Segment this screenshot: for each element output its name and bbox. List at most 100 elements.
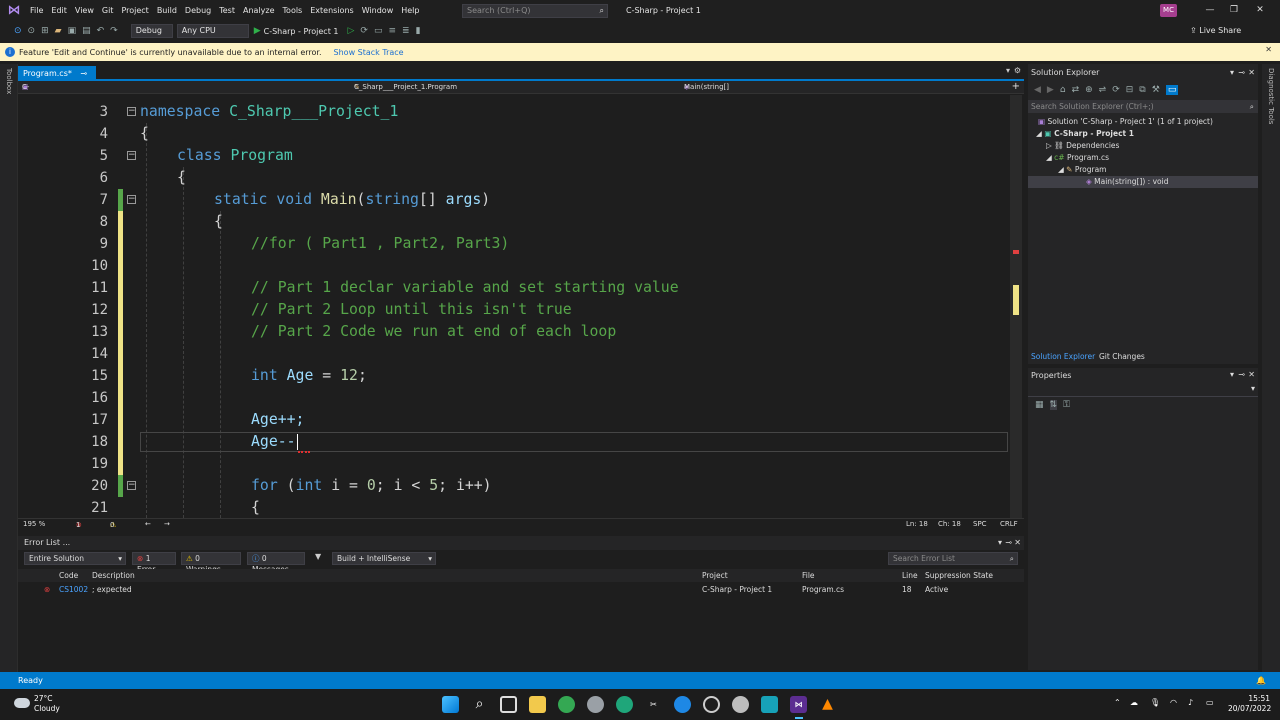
properties-object-select[interactable]: ▾	[1028, 384, 1258, 397]
next-issue-icon[interactable]: →	[164, 520, 170, 528]
minimize-icon[interactable]: —	[1198, 0, 1222, 21]
show-hidden-icons-icon[interactable]: ⌃	[1114, 698, 1121, 707]
show-stack-trace-link[interactable]: Show Stack Trace	[334, 48, 404, 57]
search-input[interactable]: Search (Ctrl+Q) ⌕	[462, 4, 608, 18]
menu-window[interactable]: Window	[358, 0, 398, 21]
column-code[interactable]: Code	[59, 569, 78, 582]
visual-studio-logo-icon[interactable]: ⋈	[6, 3, 22, 18]
property-pages-icon[interactable]: ⚿	[1063, 400, 1070, 410]
close-icon[interactable]: ✕	[1265, 45, 1272, 54]
zoom-level[interactable]: 195 %	[23, 520, 45, 528]
platform-select[interactable]: Any CPU	[176, 24, 249, 38]
dropdown-icon[interactable]: ▾	[998, 536, 1002, 550]
vertical-scrollbar[interactable]	[1010, 95, 1022, 518]
run-target[interactable]: C-Sharp - Project 1	[264, 27, 339, 36]
collapse-icon[interactable]: −	[127, 195, 136, 204]
new-project-icon[interactable]: ⊞	[41, 26, 49, 36]
open-folder-icon[interactable]: ▰	[55, 26, 62, 36]
tree-item-program-class[interactable]: ◢ ✎ Program	[1058, 164, 1106, 176]
previous-issue-icon[interactable]: ←	[145, 520, 151, 528]
forward-icon[interactable]: ⊙	[28, 26, 36, 36]
tree-item-program-cs[interactable]: ◢ c# Program.cs	[1046, 152, 1109, 164]
alphabetical-icon[interactable]: ⇅	[1049, 400, 1058, 410]
column-suppression-state[interactable]: Suppression State	[925, 569, 993, 582]
refresh-icon[interactable]: ⟳	[1112, 85, 1120, 95]
tab-program-cs[interactable]: Program.cs* ⊸ ✕	[18, 66, 96, 93]
error-search-input[interactable]: Search Error List ⌕	[888, 552, 1018, 565]
hot-reload-icon[interactable]: ⟳	[360, 26, 368, 36]
undo-icon[interactable]: ↶	[97, 26, 105, 36]
pin-icon[interactable]: ⊸	[80, 69, 87, 78]
tree-item-dependencies[interactable]: ▷ ⛓ Dependencies	[1046, 140, 1119, 152]
error-squiggle[interactable]	[298, 451, 310, 453]
menu-git[interactable]: Git	[98, 0, 118, 21]
weather-widget[interactable]: 27°C Cloudy	[34, 694, 60, 714]
windows-start-icon[interactable]	[442, 696, 459, 713]
volume-icon[interactable]: ♪	[1188, 698, 1193, 707]
menu-tools[interactable]: Tools	[279, 0, 307, 21]
microphone-icon[interactable]: 🎙	[1150, 698, 1160, 707]
start-without-debug-icon[interactable]: ▷	[347, 26, 354, 36]
redo-icon[interactable]: ↷	[110, 26, 118, 36]
errors-filter-button[interactable]: ⊗ 1 Error	[132, 552, 176, 574]
menu-extensions[interactable]: Extensions	[306, 0, 357, 21]
tab-solution-explorer[interactable]: Solution Explorer	[1031, 350, 1095, 363]
home-icon[interactable]: ⌂	[1060, 85, 1066, 95]
categorized-icon[interactable]: ▦	[1035, 400, 1044, 410]
spc-indicator[interactable]: SPC	[973, 520, 987, 528]
solution-search-input[interactable]: Search Solution Explorer (Ctrl+;) ⌕	[1028, 100, 1258, 113]
tree-item-project[interactable]: ◢ ▣ C-Sharp - Project 1	[1036, 128, 1134, 140]
menu-debug[interactable]: Debug	[181, 0, 215, 21]
avatar[interactable]: MC	[1160, 4, 1177, 17]
back-icon[interactable]: ◀	[1034, 85, 1041, 95]
tree-item-main-method[interactable]: ◈ Main(string[]) : void	[1028, 176, 1258, 188]
switch-views-icon[interactable]: ⇄	[1072, 85, 1080, 95]
menu-file[interactable]: File	[26, 0, 47, 21]
crlf-indicator[interactable]: CRLF	[1000, 520, 1018, 528]
live-share-button[interactable]: ⇪ Live Share	[1190, 21, 1241, 41]
dropdown-icon[interactable]: ▾	[1230, 66, 1234, 80]
notifications-icon[interactable]: 🔔	[1256, 672, 1266, 689]
diagnostic-tools-tab[interactable]: Diagnostic Tools	[1267, 68, 1275, 124]
pending-changes-icon[interactable]: ⊕	[1085, 85, 1093, 95]
ln-indicator[interactable]: Ln: 18	[906, 520, 928, 528]
menu-view[interactable]: View	[71, 0, 98, 21]
scope-select[interactable]: Entire Solution ▾	[24, 552, 126, 565]
column-project[interactable]: Project	[702, 569, 728, 582]
bookmark-icon[interactable]: ▮	[416, 26, 421, 36]
obs-icon[interactable]	[703, 696, 720, 713]
restore-icon[interactable]: ❐	[1222, 0, 1246, 21]
column-file[interactable]: File	[802, 569, 815, 582]
edge-icon[interactable]	[616, 696, 633, 713]
task-view-icon[interactable]	[500, 696, 517, 713]
editor-app-icon[interactable]	[761, 696, 778, 713]
menu-help[interactable]: Help	[397, 0, 423, 21]
code-area[interactable]: namespace C_Sharp___Project_1 { class Pr…	[140, 95, 1010, 518]
menu-test[interactable]: Test	[215, 0, 239, 21]
settings-icon[interactable]: ⚙	[1014, 66, 1021, 75]
uncomment-icon[interactable]: ≣	[402, 26, 410, 36]
start-debug-icon[interactable]: ▶	[254, 26, 261, 36]
dropdown-icon[interactable]: ▾	[1230, 370, 1234, 379]
split-editor-icon[interactable]: +	[1012, 81, 1020, 93]
close-icon[interactable]: ✕	[1014, 536, 1021, 550]
file-explorer-icon[interactable]	[529, 696, 546, 713]
browser-icon[interactable]: ▭	[374, 26, 383, 36]
close-icon[interactable]: ✕	[1248, 370, 1255, 379]
back-icon[interactable]: ⊙	[14, 26, 22, 36]
build-filter-select[interactable]: Build + IntelliSense ▾	[332, 552, 436, 565]
menu-edit[interactable]: Edit	[47, 0, 71, 21]
pin-icon[interactable]: ⊸	[1005, 536, 1012, 550]
forward-icon[interactable]: ▶	[1047, 85, 1054, 95]
collapse-all-icon[interactable]: ⊟	[1126, 85, 1134, 95]
ch-indicator[interactable]: Ch: 18	[938, 520, 961, 528]
column-description[interactable]: Description	[92, 569, 135, 582]
gear-app-icon[interactable]	[732, 696, 749, 713]
collapse-icon[interactable]: −	[127, 151, 136, 160]
comment-icon[interactable]: ≡	[388, 26, 396, 36]
close-window-icon[interactable]: ✕	[1248, 0, 1272, 21]
show-all-files-icon[interactable]: ⧉	[1139, 85, 1145, 95]
settings-app-icon[interactable]	[587, 696, 604, 713]
table-row[interactable]: ⊗ CS1002 ; expected C-Sharp - Project 1 …	[18, 583, 1024, 596]
toolbox-tab[interactable]: Toolbox	[5, 68, 13, 94]
